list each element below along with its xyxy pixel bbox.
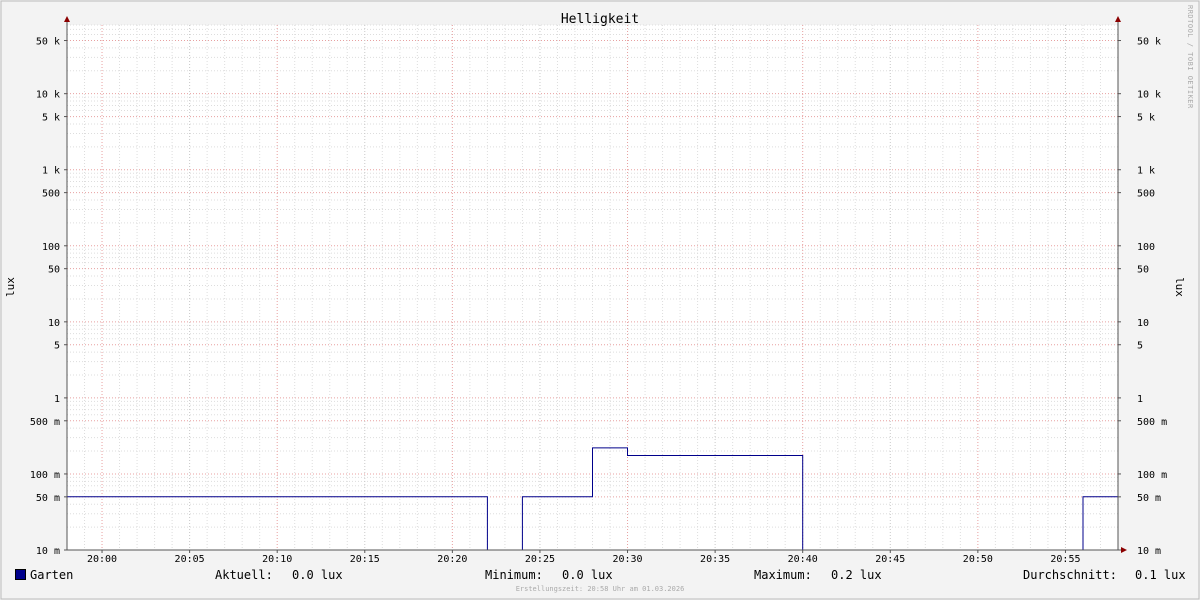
- y-tick-label-left: 50: [48, 265, 60, 276]
- chart-svg: 50 k 50 k10 k 10 k5 k5 k1 k1 k500 500100 100…: [0, 0, 1200, 600]
- y-tick-label-left: 1 k: [42, 166, 60, 177]
- y-axis-arrow-right: [1115, 16, 1121, 22]
- legend-min-value: 0.0 lux: [562, 568, 613, 582]
- legend-current-value: 0.0 lux: [292, 568, 343, 582]
- x-tick-label: 20:50: [963, 554, 993, 565]
- legend-current-label: Aktuell:: [215, 568, 273, 582]
- watermark: RRDTOOL / TOBI OETIKER: [1186, 5, 1194, 109]
- y-tick-label-left: 100: [42, 242, 60, 253]
- y-tick-label-left: 5: [54, 341, 60, 352]
- y-tick-label-right: 10: [1137, 318, 1149, 329]
- y-axis-label-right: lux: [1173, 277, 1186, 297]
- y-tick-label-left: 500 m: [30, 417, 60, 428]
- x-axis-arrow: [1121, 547, 1127, 553]
- y-tick-label-right: 5: [1137, 341, 1143, 352]
- y-tick-label-right: 10 m: [1137, 546, 1161, 557]
- x-tick-label: 20:00: [87, 554, 117, 565]
- x-tick-label: 20:40: [788, 554, 818, 565]
- legend-min-label: Minimum:: [485, 568, 543, 582]
- x-tick-label: 20:45: [875, 554, 905, 565]
- y-tick-label-right: 500 m: [1137, 417, 1167, 428]
- x-tick-label: 20:25: [525, 554, 555, 565]
- x-tick-label: 20:55: [1050, 554, 1080, 565]
- y-axis-label-left: lux: [4, 277, 17, 297]
- y-tick-label-right: 50: [1137, 265, 1149, 276]
- y-tick-label-right: 50 m: [1137, 493, 1161, 504]
- y-tick-label-left: 5 k: [42, 113, 60, 124]
- y-tick-label-right: 100: [1137, 242, 1155, 253]
- x-tick-label: 20:30: [612, 554, 642, 565]
- y-tick-label-left: 50 m: [36, 493, 60, 504]
- legend: Garten Aktuell: 0.0 lux Minimum: 0.0 lux…: [0, 568, 1200, 584]
- legend-series-name: Garten: [30, 568, 74, 582]
- y-tick-label-left: 10 k: [36, 90, 60, 101]
- y-tick-label-left: 1: [54, 394, 60, 405]
- legend-avg-label: Durchschnitt:: [1023, 568, 1117, 582]
- y-tick-label-right: 1 k: [1137, 166, 1155, 177]
- y-tick-label-right: 5 k: [1137, 113, 1155, 124]
- y-tick-label-left: 10 m: [36, 546, 60, 557]
- y-axis-arrow-left: [64, 16, 70, 22]
- x-tick-label: 20:35: [700, 554, 730, 565]
- y-tick-label-right: 50 k: [1137, 37, 1161, 48]
- y-tick-label-right: 1: [1137, 394, 1143, 405]
- legend-avg-value: 0.1 lux: [1135, 568, 1186, 582]
- footer-timestamp: Erstellungszeit: 20:58 Uhr am 01.03.2026: [515, 585, 685, 593]
- y-tick-label-right: 100 m: [1137, 470, 1167, 481]
- y-tick-label-left: 100 m: [30, 470, 60, 481]
- legend-max-value: 0.2 lux: [831, 568, 882, 582]
- y-tick-label-left: 50 k: [36, 37, 60, 48]
- legend-swatch-garten: [15, 569, 26, 580]
- y-tick-label-right: 500: [1137, 189, 1155, 200]
- y-tick-label-left: 10: [48, 318, 60, 329]
- x-tick-label: 20:05: [175, 554, 205, 565]
- x-tick-label: 20:10: [262, 554, 292, 565]
- legend-max-label: Maximum:: [754, 568, 812, 582]
- x-tick-label: 20:20: [437, 554, 467, 565]
- chart-title: Helligkeit: [561, 12, 639, 27]
- y-tick-label-left: 500: [42, 189, 60, 200]
- y-tick-label-right: 10 k: [1137, 90, 1161, 101]
- x-tick-label: 20:15: [350, 554, 380, 565]
